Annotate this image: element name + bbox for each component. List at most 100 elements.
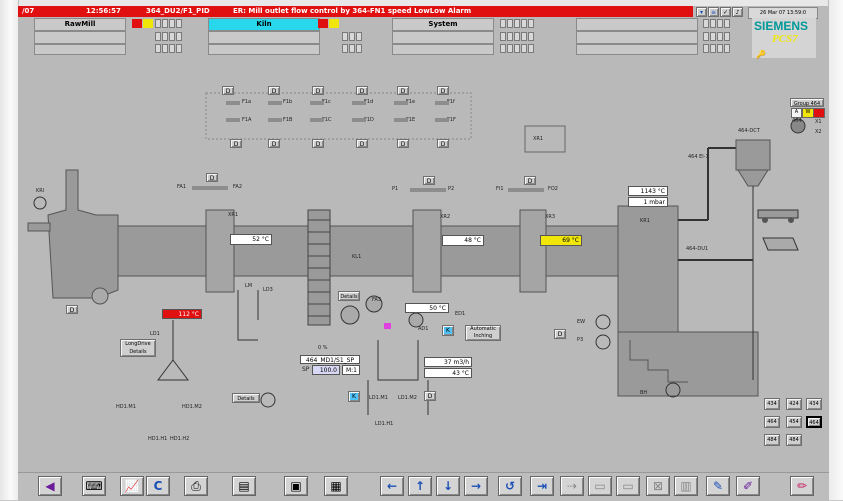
layout2-icon[interactable]: ▭ (616, 476, 640, 496)
fan-d-button-12[interactable]: D (437, 139, 449, 148)
group-button-434[interactable]: 434 (764, 398, 780, 410)
area-row3-3[interactable] (392, 44, 494, 55)
kiln-d-button-2[interactable]: D (423, 176, 435, 185)
report-icon[interactable]: ▤ (232, 476, 256, 496)
alarm-mute-button[interactable]: ♪ (732, 7, 743, 17)
fan-label-2: F1b (283, 99, 293, 105)
dust-collector (735, 139, 771, 171)
kiln-d-button-1[interactable]: D (206, 173, 218, 182)
setpoint-mode[interactable]: M:1 (342, 365, 360, 375)
nav-up-icon[interactable]: ↑ (408, 476, 432, 496)
details-button-left[interactable]: Details (232, 393, 260, 403)
details-button-mill[interactable]: Details (338, 291, 360, 301)
area-row3-4[interactable] (576, 44, 698, 55)
kiln-sensor-bar-3 (508, 188, 544, 192)
mill-d-button[interactable]: D (424, 391, 436, 401)
area-row2-4[interactable] (576, 31, 698, 44)
kiln-d-button-3[interactable]: D (524, 176, 536, 185)
flow-readout[interactable]: 37 m3/h (424, 357, 472, 367)
alarm-check-button[interactable]: ✓ (720, 7, 731, 17)
label-xr2: XR2 (440, 214, 451, 220)
close-window-icon[interactable]: ⊠ (646, 476, 670, 496)
group-button-464[interactable]: 464 (764, 416, 780, 428)
flow-temp-readout[interactable]: 43 °C (424, 368, 472, 378)
label-xr1: XR1 (228, 212, 239, 218)
alarm-tag: 364_DU2/F1_PID (146, 7, 210, 15)
mill-temp[interactable]: 50 °C (405, 303, 449, 313)
group-button-484b[interactable]: 484 (786, 434, 802, 446)
layout-icon[interactable]: ▭ (588, 476, 612, 496)
area-row3-1[interactable] (34, 44, 126, 55)
pen-cross-icon[interactable]: ✐ (736, 476, 760, 496)
fan-d-button-1[interactable]: D (222, 86, 234, 95)
kiln-sensor-bar-2 (410, 188, 446, 192)
kiln-tire-2 (412, 209, 442, 293)
save-icon[interactable]: ▥ (674, 476, 698, 496)
print-icon[interactable]: ⎙ (184, 476, 208, 496)
pid-tag-label[interactable]: 464_MD1/S1_SP (300, 355, 360, 364)
fan-d-button-5[interactable]: D (397, 86, 409, 95)
inlet-pressure[interactable]: 1 mbar (628, 197, 668, 207)
brand-panel: SIEMENS PCS7 🔑 (752, 18, 816, 59)
hood-d-button[interactable]: D (66, 305, 78, 314)
area-row2-3[interactable] (392, 31, 494, 44)
window2-icon[interactable]: ▦ (324, 476, 348, 496)
group-464-button[interactable]: Group 464 (790, 98, 824, 107)
automatic-inching-button[interactable]: Automatic Inching (465, 325, 501, 341)
label-p3: P3 (577, 337, 584, 343)
nav-right-icon[interactable]: → (464, 476, 488, 496)
area-kiln[interactable]: Kiln (208, 18, 320, 31)
kiln-temp-2[interactable]: 48 °C (442, 235, 484, 246)
console-icon[interactable]: C (146, 476, 170, 496)
area-rawmill[interactable]: RawMill (34, 18, 126, 31)
group-button-464-selected[interactable]: 464 (806, 416, 822, 428)
fan-d-button-6[interactable]: D (437, 86, 449, 95)
k-button-2[interactable]: K (348, 391, 360, 402)
split-icon[interactable]: ⇥ (530, 476, 554, 496)
group-button-454[interactable]: 454 (786, 416, 802, 428)
alarm-list-button[interactable]: ≡ (708, 7, 719, 17)
undo-icon[interactable]: ↺ (498, 476, 522, 496)
fan-d-button-11[interactable]: D (397, 139, 409, 148)
key-icon: 🔑 (756, 50, 766, 59)
area-row2-1[interactable] (34, 31, 126, 44)
kiln-temp-3[interactable]: 69 °C (540, 235, 582, 246)
inlet-temp[interactable]: 1143 °C (628, 186, 668, 196)
fuel-pipe (27, 222, 51, 232)
area-system[interactable]: System (392, 18, 494, 31)
fan-symbol-2 (268, 101, 282, 105)
area-row2-2[interactable] (208, 31, 320, 44)
alarm-temp-readout[interactable]: 112 °C (162, 309, 202, 319)
nav-down-icon[interactable]: ↓ (436, 476, 460, 496)
group-button-484[interactable]: 484 (764, 434, 780, 446)
kiln-temp-1[interactable]: 52 °C (230, 234, 272, 245)
fan-d-button-7[interactable]: D (230, 139, 242, 148)
setpoint-value[interactable]: 100.0 (312, 365, 340, 375)
fan-d-button-4[interactable]: D (356, 86, 368, 95)
fan-d-button-2[interactable]: D (268, 86, 280, 95)
group-button-434b[interactable]: 434 (806, 398, 822, 410)
siemens-logo: SIEMENS (754, 19, 809, 33)
pump-d-button[interactable]: D (554, 329, 566, 339)
group-button-424[interactable]: 424 (786, 398, 802, 410)
fan-d-button-8[interactable]: D (268, 139, 280, 148)
fan-d-button-3[interactable]: D (312, 86, 324, 95)
alarm-ack-button[interactable]: ▾ (696, 7, 707, 17)
sp-label: SP (302, 366, 310, 373)
alarm-line[interactable]: /07 12:56:57 364_DU2/F1_PID ER: Mill out… (18, 6, 693, 17)
long-drive-details-button[interactable]: LongDrive Details (120, 339, 156, 357)
fan-d-button-10[interactable]: D (356, 139, 368, 148)
brush-icon[interactable]: ✏ (790, 476, 814, 496)
nav-left-icon[interactable]: ← (380, 476, 404, 496)
trolley (757, 209, 799, 219)
keyboard-icon[interactable]: ⌨ (82, 476, 106, 496)
area-row3-2[interactable] (208, 44, 320, 55)
arrow-left-icon[interactable]: ◀ (38, 476, 62, 496)
area-row1-4[interactable] (576, 18, 698, 31)
pen-icon[interactable]: ✎ (706, 476, 730, 496)
merge-icon[interactable]: ⇢ (560, 476, 584, 496)
trend-icon[interactable]: 📈 (120, 476, 144, 496)
fan-d-button-9[interactable]: D (312, 139, 324, 148)
window-icon[interactable]: ▣ (284, 476, 308, 496)
k-button-1[interactable]: K (442, 325, 454, 336)
